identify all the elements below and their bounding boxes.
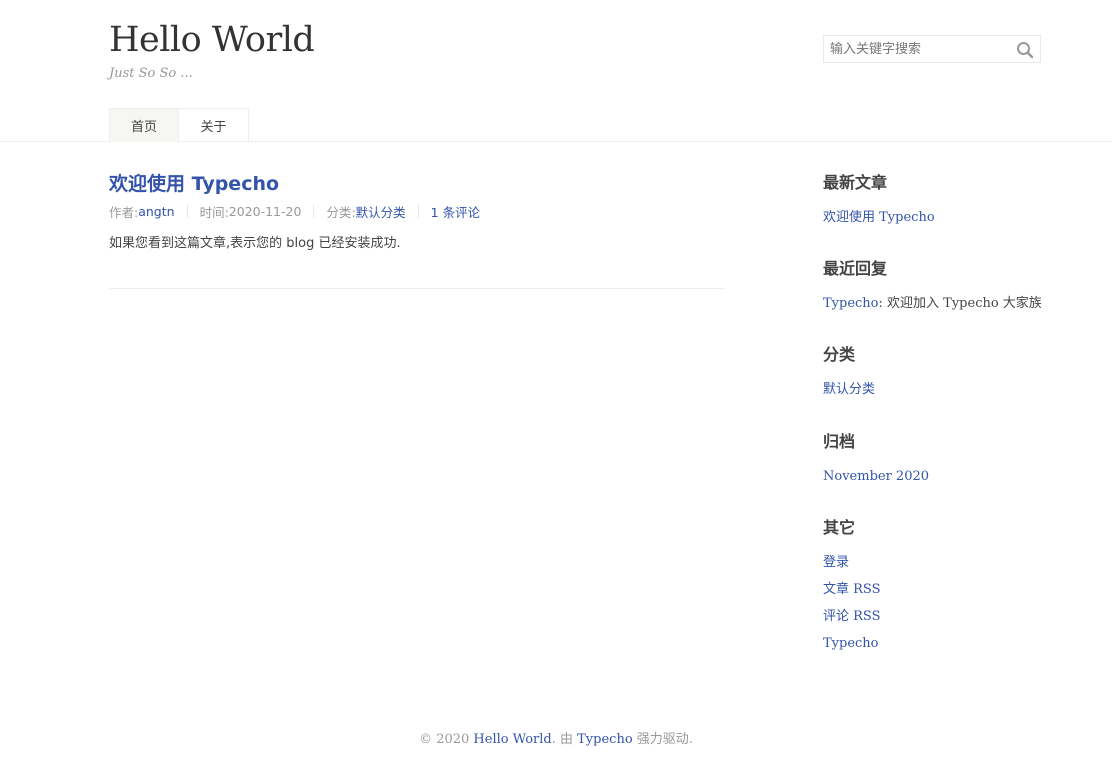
search-box: [823, 35, 1041, 63]
search-icon[interactable]: [1016, 41, 1034, 59]
widget-title: 最近回复: [823, 259, 888, 278]
post-title[interactable]: 欢迎使用 Typecho: [109, 173, 279, 195]
archive-link[interactable]: November 2020: [823, 469, 929, 484]
category-link[interactable]: 默认分类: [823, 382, 875, 397]
widget-other: 其它 登录 文章 RSS 评论 RSS Typecho: [823, 513, 881, 657]
site-footer: © 2020 Hello World. 由 Typecho 强力驱动.: [0, 728, 1112, 747]
meta-divider: [313, 204, 315, 218]
post-category-label: 分类:: [326, 204, 356, 220]
site-header: Hello World Just So So ... 首页 关于: [0, 0, 1112, 142]
widget-recent-comments: 最近回复 Typecho: 欢迎加入 Typecho 大家族: [823, 254, 1042, 317]
search-input[interactable]: [824, 36, 1010, 62]
post-category-link[interactable]: 默认分类: [356, 202, 406, 221]
list-item: 登录: [823, 549, 881, 576]
footer-copyright: © 2020: [419, 732, 474, 747]
post-time: 2020-11-20: [228, 203, 302, 219]
meta-divider: [186, 204, 188, 218]
post-time-label: 时间:: [199, 204, 229, 220]
nav-item-about[interactable]: 关于: [179, 108, 249, 142]
footer-site-link[interactable]: Hello World: [473, 732, 551, 747]
widget-categories: 分类 默认分类: [823, 340, 875, 403]
nav-item-home[interactable]: 首页: [109, 108, 179, 142]
post-comments-link[interactable]: 1 条评论: [431, 202, 480, 221]
widget-title: 最新文章: [823, 173, 888, 192]
footer-powered-link[interactable]: Typecho: [577, 732, 633, 747]
site-description: Just So So ...: [109, 66, 193, 81]
post-author-link[interactable]: angtn: [138, 204, 174, 219]
comments-rss-link[interactable]: 评论 RSS: [823, 609, 881, 624]
list-item: Typecho: [823, 630, 881, 657]
post-author-label: 作者:: [109, 204, 139, 220]
meta-divider: [417, 204, 419, 218]
list-item: November 2020: [823, 463, 929, 490]
site-title[interactable]: Hello World: [109, 18, 315, 62]
post-content: 如果您看到这篇文章,表示您的 blog 已经安装成功.: [109, 236, 401, 251]
comment-author-link[interactable]: Typecho: [823, 296, 879, 311]
widget-title: 其它: [823, 518, 856, 537]
list-item: Typecho: 欢迎加入 Typecho 大家族: [823, 290, 1042, 317]
main-nav: 首页 关于: [109, 108, 249, 142]
recent-post-link[interactable]: 欢迎使用 Typecho: [823, 210, 935, 225]
widget-recent-posts: 最新文章 欢迎使用 Typecho: [823, 168, 935, 231]
footer-text: . 由: [551, 732, 578, 747]
list-item: 默认分类: [823, 376, 875, 403]
footer-text: 强力驱动.: [632, 732, 693, 747]
post-divider: [109, 288, 725, 289]
list-item: 欢迎使用 Typecho: [823, 204, 935, 231]
list-item: 评论 RSS: [823, 603, 881, 630]
list-item: 文章 RSS: [823, 576, 881, 603]
widget-archives: 归档 November 2020: [823, 427, 929, 490]
post-meta: 作者: angtn 时间: 2020-11-20 分类: 默认分类 1 条评论: [109, 202, 725, 220]
widget-title: 归档: [823, 432, 856, 451]
login-link[interactable]: 登录: [823, 555, 849, 570]
comment-text: : 欢迎加入 Typecho 大家族: [878, 296, 1042, 311]
post: 欢迎使用 Typecho 作者: angtn 时间: 2020-11-20 分类…: [109, 170, 725, 254]
widget-title: 分类: [823, 345, 856, 364]
typecho-link[interactable]: Typecho: [823, 636, 879, 651]
posts-rss-link[interactable]: 文章 RSS: [823, 582, 881, 597]
